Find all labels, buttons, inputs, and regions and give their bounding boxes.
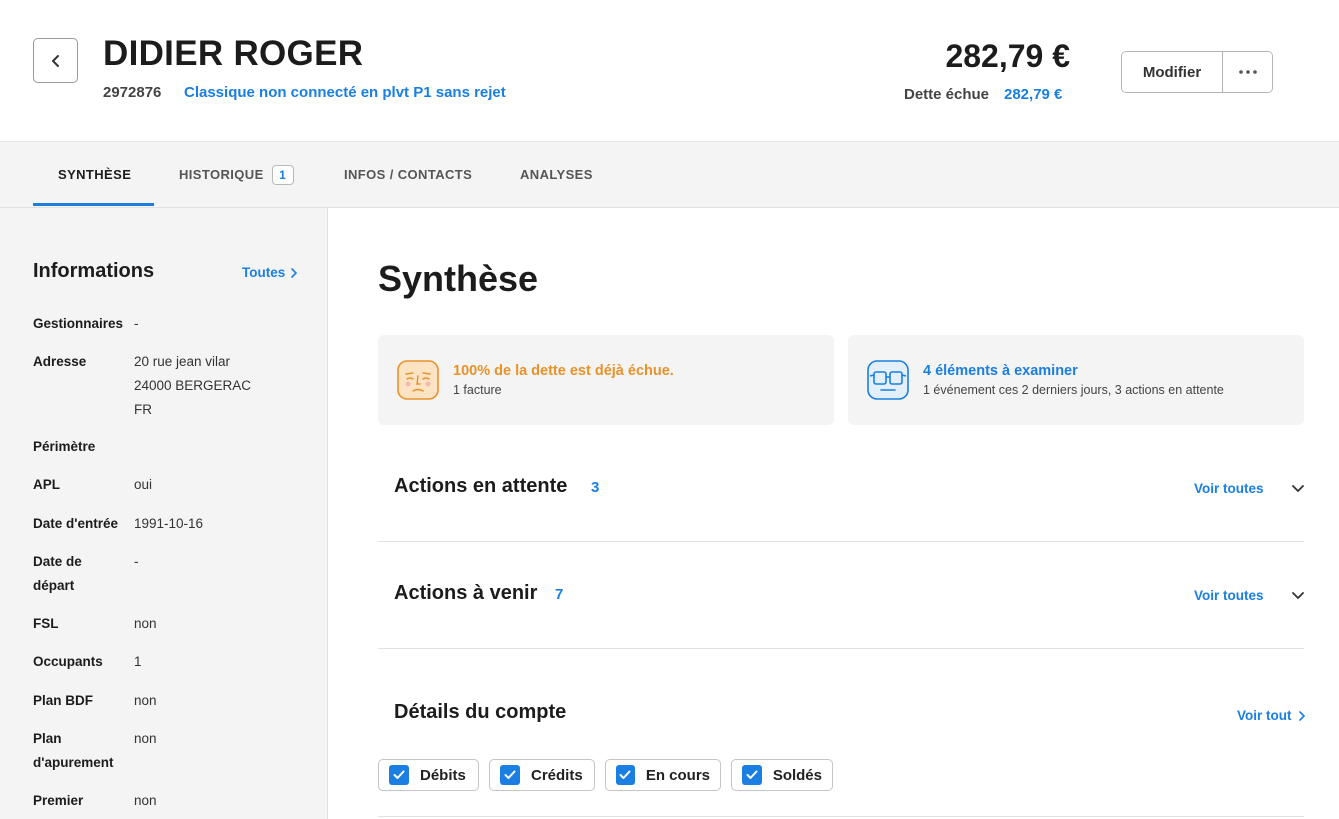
divider [378,648,1304,649]
info-label: Premier [33,793,84,808]
debt-alert-card[interactable]: 100% de la dette est déjà échue. 1 factu… [378,335,834,425]
address-line: 24000 BERGERAC [134,378,252,393]
filter-credits-checkbox[interactable]: Crédits [489,759,595,791]
info-value: - [134,554,139,569]
sidebar-title: Informations [33,260,155,282]
filter-soldes-checkbox[interactable]: Soldés [731,759,833,791]
divider [378,541,1304,542]
upcoming-actions-section: Actions à venir 7 Voir toutes [378,577,1304,617]
view-all-account-link[interactable]: Voir tout [1237,708,1305,723]
info-label: FSL [33,616,59,631]
checkbox-checked-icon [616,765,635,785]
info-value: non [134,693,157,708]
worried-face-icon [397,360,439,400]
client-name: DIDIER ROGER [103,34,364,73]
debt-label: Dette échue [904,86,990,103]
filter-label: Soldés [772,766,822,784]
chevron-down-icon[interactable] [1292,592,1304,600]
tab-badge: 1 [271,164,294,185]
info-label: Date d'entrée [33,516,118,531]
info-value-address: 20 rue jean vilar 24000 BERGERAC FR [134,350,319,422]
label-line: Date de [33,554,82,569]
divider [378,816,1304,817]
info-label: Périmètre [33,439,96,454]
info-label: Date de départ [33,550,128,598]
total-amount: 282,79 € [945,38,1070,74]
info-label: Occupants [33,654,103,669]
tab-label: ANALYSES [520,167,593,182]
section-count: 7 [555,586,564,603]
back-button[interactable] [33,38,78,83]
info-value: oui [134,477,153,492]
card-title: 4 éléments à examiner [923,363,1078,379]
filter-debits-checkbox[interactable]: Débits [378,759,479,791]
info-value: non [134,731,157,746]
info-label: Gestionnaires [33,316,124,331]
card-subtitle: 1 facture [453,383,502,397]
tab-label: SYNTHÈSE [58,167,132,182]
filter-label: Débits [420,766,466,784]
checkbox-checked-icon [389,765,409,785]
glasses-icon [867,360,909,400]
sidebar-all-label: Toutes [242,265,286,280]
address-line: 20 rue jean vilar [134,354,231,369]
label-line: d'apurement [33,755,114,770]
info-value: 1 [134,654,142,669]
debt-value: 282,79 € [1004,86,1063,103]
card-title: 100% de la dette est déjà échue. [453,363,674,379]
info-value: - [134,316,139,331]
tab-historique[interactable]: HISTORIQUE 1 [179,142,294,207]
info-sidebar: Informations Toutes Gestionnaires - Adre… [0,208,328,819]
checkbox-checked-icon [500,765,520,785]
active-tab-indicator [33,203,154,206]
tab-bar: SYNTHÈSE HISTORIQUE 1 INFOS / CONTACTS AN… [0,142,1339,208]
label-line: départ [33,578,75,593]
client-profile-link[interactable]: Classique non connecté en plvt P1 sans r… [184,84,506,101]
page-header: DIDIER ROGER 2972876 Classique non conne… [0,0,1339,142]
card-subtitle: 1 événement ces 2 derniers jours, 3 acti… [923,383,1224,397]
view-all-upcoming-link[interactable]: Voir toutes [1194,588,1264,603]
address-line: FR [134,402,152,417]
review-items-card[interactable]: 4 éléments à examiner 1 événement ces 2 … [848,335,1304,425]
page-title: Synthèse [378,258,539,299]
checkbox-checked-icon [742,765,762,785]
view-all-pending-link[interactable]: Voir toutes [1194,481,1264,496]
section-title: Actions en attente [394,475,568,497]
client-id: 2972876 [103,84,162,101]
more-horizontal-icon [1238,70,1257,74]
info-label: APL [33,477,60,492]
info-label: Adresse [33,354,87,369]
chevron-left-icon [51,54,59,67]
tab-analyses[interactable]: ANALYSES [520,142,593,207]
tab-label: INFOS / CONTACTS [344,167,473,182]
tab-label: HISTORIQUE [179,167,264,182]
section-title: Actions à venir [394,582,538,604]
header-actions: Modifier [1121,51,1273,93]
chevron-right-icon [291,267,298,278]
account-details-section: Détails du compte Voir tout [378,696,1305,736]
section-count: 3 [591,479,600,496]
label-line: Plan [33,731,62,746]
view-all-label: Voir tout [1237,708,1292,723]
filter-label: Crédits [531,766,583,784]
more-options-button[interactable] [1223,52,1272,92]
info-value: 1991-10-16 [134,516,204,531]
pending-actions-section: Actions en attente 3 Voir toutes [378,470,1304,510]
sidebar-all-link[interactable]: Toutes [242,265,298,280]
chevron-down-icon[interactable] [1292,485,1304,493]
info-value: non [134,793,157,808]
tab-synthese[interactable]: SYNTHÈSE [58,142,131,207]
filter-label: En cours [645,766,710,784]
chevron-right-icon [1298,710,1305,721]
info-label: Plan d'apurement [33,727,128,775]
modify-button[interactable]: Modifier [1122,52,1223,92]
tab-infos-contacts[interactable]: INFOS / CONTACTS [344,142,472,207]
info-value: non [134,616,157,631]
section-title: Détails du compte [394,701,567,723]
filter-en-cours-checkbox[interactable]: En cours [605,759,721,791]
info-label: Plan BDF [33,693,94,708]
